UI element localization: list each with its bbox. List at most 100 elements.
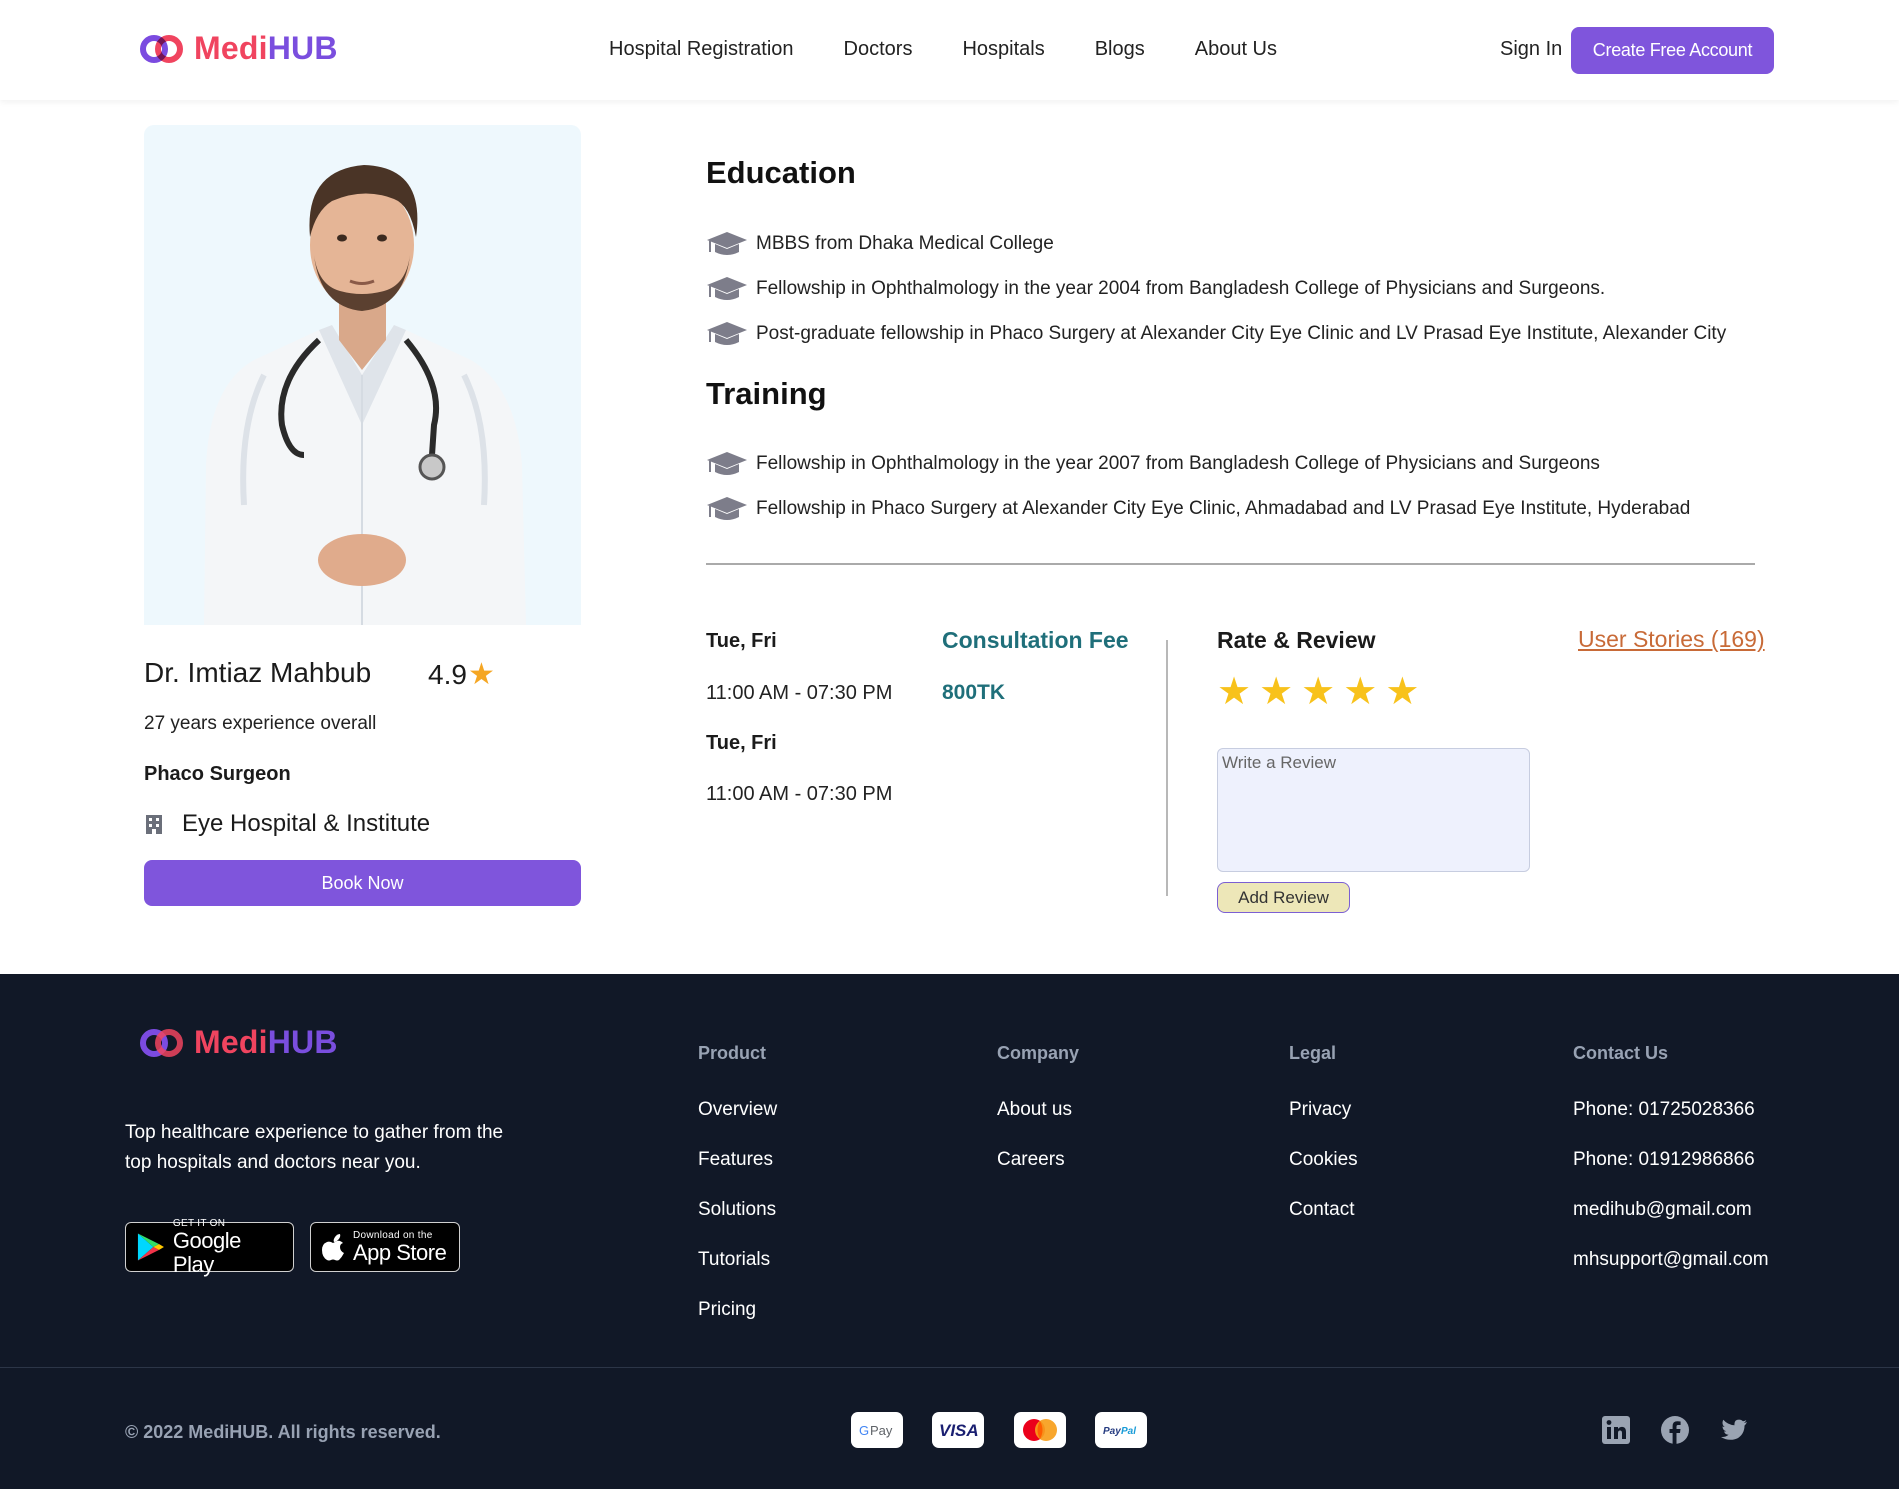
- footer-col-contact-title: Contact Us: [1573, 1043, 1669, 1063]
- mastercard-icon: [1014, 1412, 1066, 1448]
- facebook-icon[interactable]: [1660, 1415, 1690, 1445]
- logo-mark-icon: [140, 34, 184, 64]
- doctor-experience: 27 years experience overall: [144, 713, 377, 734]
- logo-text: MediHUB: [194, 1024, 338, 1060]
- graduation-cap-icon: [707, 232, 747, 255]
- footer-link-privacy[interactable]: Privacy: [1289, 1099, 1351, 1121]
- star-icon[interactable]: ★: [1343, 670, 1377, 714]
- book-now-button[interactable]: Book Now: [144, 860, 581, 906]
- consultation-fee-value: 800TK: [942, 681, 1006, 704]
- app-store-big: App Store: [353, 1239, 447, 1265]
- nav-blogs[interactable]: Blogs: [1095, 38, 1145, 61]
- google-play-small: GET IT ON: [172, 1217, 226, 1229]
- footer-link-overview[interactable]: Overview: [698, 1099, 777, 1121]
- google-play-button[interactable]: GET IT ON Google Play: [125, 1218, 294, 1276]
- star-icon: ★: [467, 658, 495, 691]
- education-text: Fellowship in Ophthalmology in the year …: [756, 278, 1606, 299]
- footer-divider: [0, 1367, 1899, 1368]
- user-stories-link[interactable]: User Stories (169): [1578, 626, 1765, 653]
- doctor-specialty: Phaco Surgeon: [144, 763, 291, 785]
- doctor-illustration: [204, 165, 526, 625]
- gpay-icon: G Pay: [851, 1412, 903, 1448]
- create-account-button[interactable]: Create Free Account: [1571, 27, 1774, 74]
- training-title: Training: [706, 376, 827, 411]
- vertical-divider: [1166, 640, 1168, 896]
- schedule-days: Tue, Fri: [706, 732, 777, 754]
- education-text: MBBS from Dhaka Medical College: [756, 233, 1054, 254]
- footer-email-1[interactable]: medihub@gmail.com: [1573, 1199, 1752, 1221]
- add-review-button[interactable]: Add Review: [1217, 882, 1350, 913]
- visa-icon: VISA: [932, 1412, 984, 1448]
- footer-description: Top healthcare experience to gather from…: [125, 1122, 504, 1173]
- twitter-icon[interactable]: [1719, 1415, 1749, 1445]
- footer-col-product-title: Product: [698, 1043, 767, 1063]
- footer-logo[interactable]: MediHUB: [140, 1024, 338, 1061]
- doctor-rating: 4.9 ★: [428, 657, 495, 692]
- doctor-photo: [144, 125, 581, 625]
- education-text: Post-graduate fellowship in Phaco Surger…: [756, 323, 1727, 344]
- app-store-small: Download on the: [353, 1229, 433, 1241]
- consultation-fee-label: Consultation Fee: [942, 627, 1129, 653]
- svg-text:Pal: Pal: [1121, 1426, 1136, 1437]
- linkedin-icon[interactable]: [1601, 1415, 1631, 1445]
- doctor-hospital: Eye Hospital & Institute: [144, 810, 430, 838]
- footer-link-cookies[interactable]: Cookies: [1289, 1149, 1358, 1171]
- building-icon: [146, 815, 162, 834]
- svg-text:G: G: [859, 1423, 869, 1438]
- footer-link-features[interactable]: Features: [698, 1149, 773, 1171]
- site-header: MediHUB Hospital Registration Doctors Ho…: [0, 0, 1899, 100]
- section-divider: [706, 563, 1755, 565]
- footer-phone-1[interactable]: Phone: 01725028366: [1573, 1099, 1755, 1121]
- footer-phone-2[interactable]: Phone: 01912986866: [1573, 1149, 1755, 1171]
- copyright-text: © 2022 MediHUB. All rights reserved.: [125, 1422, 441, 1442]
- nav-hospitals[interactable]: Hospitals: [962, 38, 1044, 61]
- training-text: Fellowship in Phaco Surgery at Alexander…: [756, 498, 1691, 519]
- google-play-big: Google Play: [172, 1227, 241, 1277]
- google-play-icon: [137, 1233, 164, 1261]
- footer-link-solutions[interactable]: Solutions: [698, 1199, 776, 1221]
- logo-text: MediHUB: [194, 30, 338, 66]
- logo-mark-icon: [140, 1028, 184, 1058]
- nav-doctors[interactable]: Doctors: [844, 38, 913, 61]
- doctor-name: Dr. Imtiaz Mahbub: [144, 657, 372, 688]
- svg-text:Pay: Pay: [1103, 1426, 1121, 1437]
- graduation-cap-icon: [707, 322, 747, 345]
- footer-link-pricing[interactable]: Pricing: [698, 1299, 756, 1321]
- training-item: Fellowship in Ophthalmology in the year …: [706, 450, 1600, 478]
- apple-icon: [322, 1234, 344, 1261]
- star-icon[interactable]: ★: [1385, 670, 1419, 714]
- education-item: Fellowship in Ophthalmology in the year …: [706, 275, 1605, 303]
- education-title: Education: [706, 155, 856, 190]
- sign-in-link[interactable]: Sign In: [1500, 38, 1562, 61]
- schedule-time: 11:00 AM - 07:30 PM: [706, 783, 893, 805]
- graduation-cap-icon: [707, 277, 747, 300]
- review-input[interactable]: [1217, 748, 1530, 872]
- star-icon[interactable]: ★: [1217, 670, 1251, 714]
- star-icon[interactable]: ★: [1259, 670, 1293, 714]
- footer-link-tutorials[interactable]: Tutorials: [698, 1249, 770, 1271]
- education-item: MBBS from Dhaka Medical College: [706, 230, 1054, 258]
- hospital-name: Eye Hospital & Institute: [182, 810, 431, 837]
- rating-stars: ★ ★ ★ ★ ★: [1217, 670, 1419, 714]
- nav-about-us[interactable]: About Us: [1195, 38, 1277, 61]
- training-item: Fellowship in Phaco Surgery at Alexander…: [706, 495, 1690, 523]
- medihub-logo[interactable]: MediHUB: [140, 30, 338, 67]
- rate-review-title: Rate & Review: [1217, 627, 1376, 653]
- graduation-cap-icon: [707, 497, 747, 520]
- training-text: Fellowship in Ophthalmology in the year …: [756, 453, 1600, 474]
- education-item: Post-graduate fellowship in Phaco Surger…: [706, 320, 1726, 348]
- rating-value: 4.9: [428, 658, 467, 690]
- svg-text:Pay: Pay: [870, 1423, 893, 1438]
- app-store-button[interactable]: Download on the App Store: [310, 1222, 460, 1272]
- footer-link-careers[interactable]: Careers: [997, 1149, 1065, 1171]
- footer-link-about-us[interactable]: About us: [997, 1099, 1072, 1121]
- paypal-icon: Pay Pal: [1095, 1412, 1147, 1448]
- main-nav: Hospital Registration Doctors Hospitals …: [609, 38, 1327, 61]
- svg-text:VISA: VISA: [939, 1422, 979, 1438]
- star-icon[interactable]: ★: [1301, 670, 1335, 714]
- footer-email-2[interactable]: mhsupport@gmail.com: [1573, 1249, 1769, 1271]
- schedule-time: 11:00 AM - 07:30 PM: [706, 682, 893, 704]
- schedule-days: Tue, Fri: [706, 630, 777, 652]
- nav-hospital-registration[interactable]: Hospital Registration: [609, 38, 794, 61]
- footer-link-contact[interactable]: Contact: [1289, 1199, 1354, 1221]
